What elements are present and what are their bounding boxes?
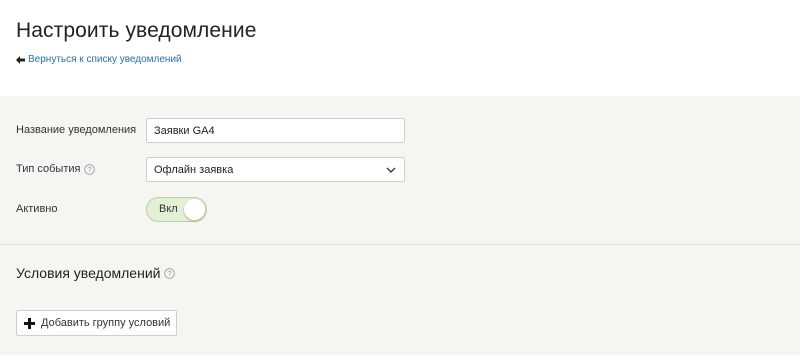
bottom-strip [0, 355, 800, 361]
plus-icon [24, 317, 35, 329]
question-circle-icon[interactable]: ? [164, 267, 176, 279]
event-type-field-label: Тип события ? [16, 163, 96, 175]
chevron-down-icon [386, 167, 396, 173]
active-toggle[interactable]: Вкл [146, 197, 207, 222]
add-condition-group-button[interactable]: Добавить группу условий [16, 310, 177, 336]
conditions-title-text: Условия уведомлений [16, 265, 161, 281]
event-type-selected-value: Офлайн заявка [154, 163, 234, 176]
conditions-section-title: Условия уведомлений ? [16, 265, 176, 281]
section-divider [0, 244, 800, 245]
active-label-text: Активно [16, 203, 58, 215]
name-field-label: Название уведомления [16, 124, 136, 136]
notification-name-input[interactable] [146, 118, 405, 143]
back-to-notifications-link[interactable]: Вернуться к списку уведомлений [16, 54, 182, 65]
active-field-label: Активно [16, 203, 58, 215]
arrow-left-icon [16, 55, 25, 64]
svg-text:?: ? [88, 165, 92, 174]
event-type-select[interactable]: Офлайн заявка [146, 157, 405, 182]
svg-text:?: ? [168, 269, 172, 278]
toggle-knob [184, 199, 205, 220]
question-circle-icon[interactable]: ? [84, 163, 96, 175]
back-link-label: Вернуться к списку уведомлений [28, 54, 182, 65]
toggle-state-label: Вкл [159, 203, 178, 215]
event-type-label-text: Тип события [16, 163, 81, 175]
page-header: Настроить уведомление Вернуться к списку… [0, 0, 800, 96]
name-label-text: Название уведомления [16, 124, 137, 136]
page-title: Настроить уведомление [16, 19, 257, 42]
add-condition-group-label: Добавить группу условий [41, 317, 171, 329]
